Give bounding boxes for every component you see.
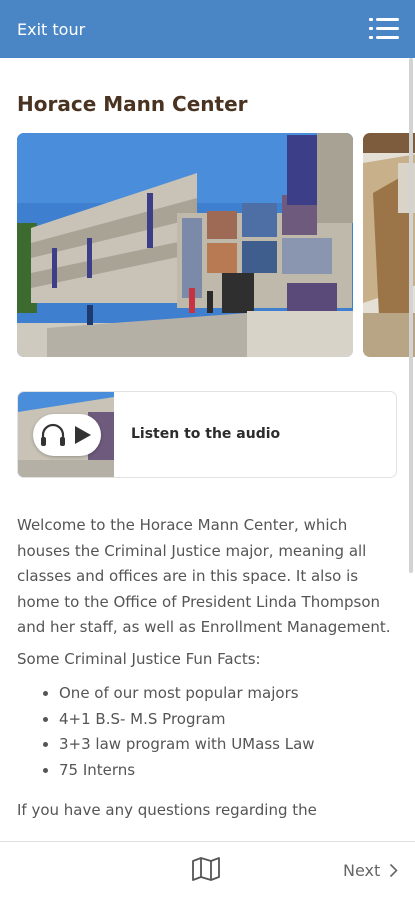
- top-bar: Exit tour: [0, 0, 415, 58]
- photo-carousel[interactable]: [17, 133, 415, 357]
- headphones-play-icon[interactable]: [33, 414, 101, 456]
- audio-play-control[interactable]: [33, 414, 101, 456]
- next-label: Next: [343, 861, 381, 880]
- intro-paragraph: Welcome to the Horace Mann Center, which…: [17, 516, 391, 636]
- page-title: Horace Mann Center: [17, 92, 248, 116]
- stop-content[interactable]: Horace Mann Center Listen to the audio W…: [0, 58, 415, 841]
- facts-heading: Some Criminal Justice Fun Facts:: [17, 649, 261, 668]
- outro-paragraph: If you have any questions regarding the: [17, 801, 317, 819]
- scrollbar[interactable]: [409, 58, 413, 573]
- audio-label: Listen to the audio: [131, 426, 281, 442]
- interior-photo[interactable]: [363, 133, 415, 357]
- hamburger-menu-icon[interactable]: [369, 16, 399, 42]
- audio-player-card[interactable]: Listen to the audio: [17, 391, 397, 478]
- list-item: One of our most popular majors: [59, 681, 395, 707]
- next-button[interactable]: Next: [343, 861, 398, 880]
- list-item: 75 Interns: [59, 758, 395, 784]
- chevron-right-icon: [390, 863, 398, 878]
- bottom-bar: Next: [0, 841, 415, 900]
- description: Welcome to the Horace Mann Center, which…: [17, 513, 395, 824]
- exit-tour-button[interactable]: Exit tour: [17, 20, 85, 39]
- list-item: 4+1 B.S- M.S Program: [59, 707, 395, 733]
- facts-list: One of our most popular majors 4+1 B.S- …: [17, 681, 395, 783]
- list-item: 3+3 law program with UMass Law: [59, 732, 395, 758]
- building-photo[interactable]: [17, 133, 353, 357]
- map-icon[interactable]: [191, 857, 221, 881]
